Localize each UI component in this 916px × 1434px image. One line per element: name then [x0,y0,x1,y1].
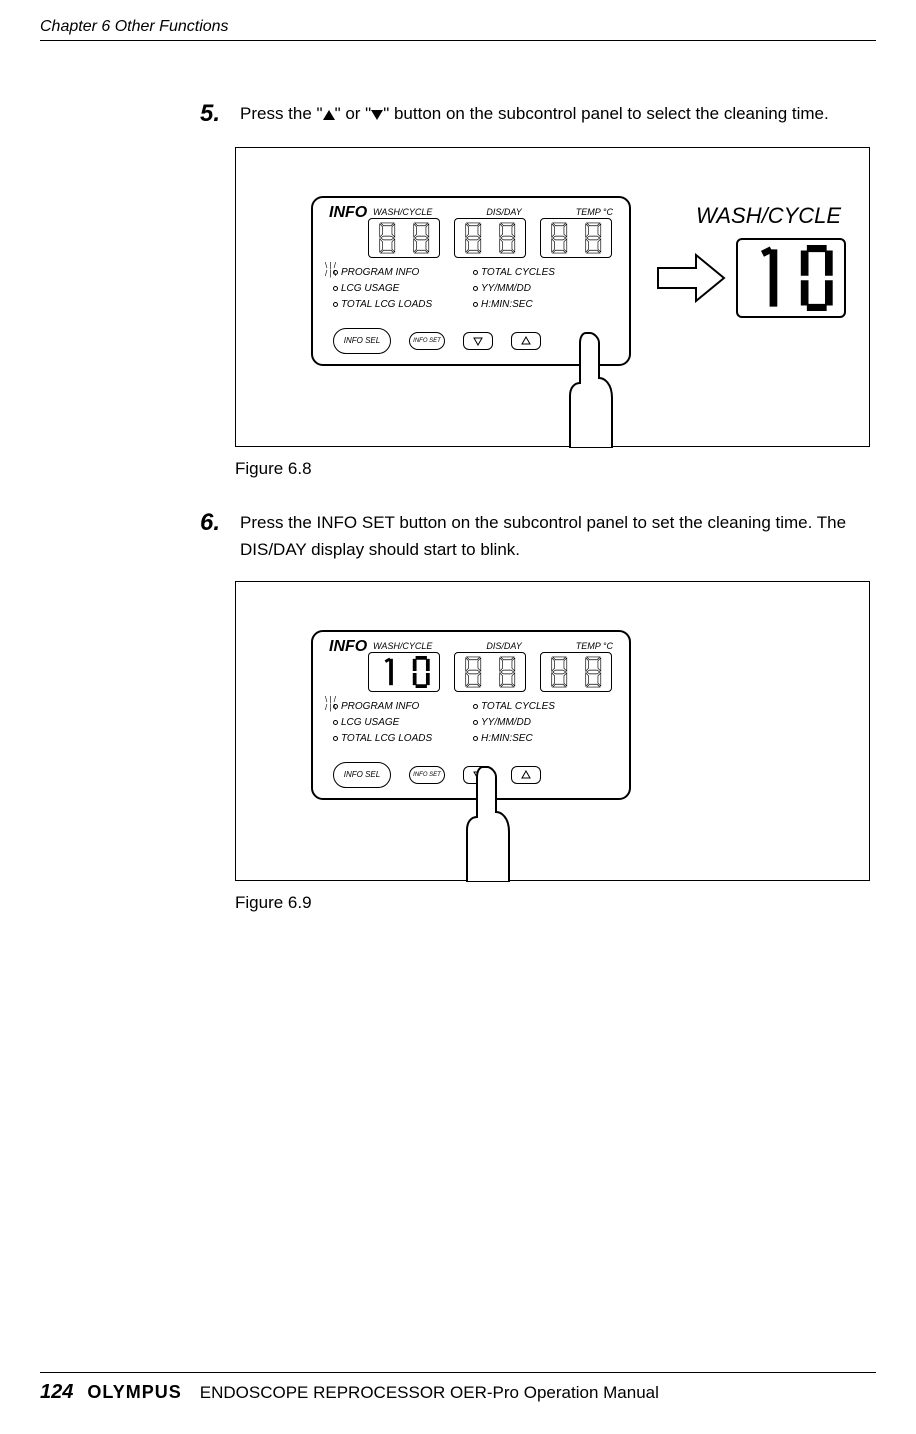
down-button[interactable] [463,332,493,350]
digit-0 [406,656,437,688]
digit-header-labels: WASH/CYCLE DIS/DAY TEMP °C [373,641,613,651]
finger-icon [564,328,619,448]
panel-title: INFO [329,204,367,222]
info-set-button[interactable]: INFO SET [409,332,445,350]
wash-cycle-display [368,218,440,258]
page-content: 5. Press the " " or " " button on the subc… [200,100,880,943]
digit [492,656,523,688]
led-icon [333,704,338,709]
dis-day-display [454,652,526,692]
lcg-usage-label: LCG USAGE [341,283,399,294]
digit-header-labels: WASH/CYCLE DIS/DAY TEMP °C [373,207,613,217]
dis-day-display [454,218,526,258]
yy-mm-dd-label: YY/MM/DD [481,283,531,294]
led-icon [333,302,338,307]
total-cycles-label: TOTAL CYCLES [481,701,555,712]
program-info-label: PROGRAM INFO [341,267,419,278]
digit [544,656,575,688]
digit [458,656,489,688]
led-icon [473,302,478,307]
digits-row [368,652,613,692]
text-part-1: Press the " [240,104,323,123]
up-button[interactable] [511,332,541,350]
figure-6-9-caption: Figure 6.9 [235,893,880,913]
temp-display [540,218,612,258]
page-header: Chapter 6 Other Functions [40,18,876,41]
digit-0 [794,245,840,311]
led-icon [473,270,478,275]
step-6: 6. Press the INFO SET button on the subc… [200,509,880,563]
step-number: 5. [200,100,230,129]
digit [372,222,403,254]
dis-day-label: DIS/DAY [486,641,521,651]
step-text: Press the INFO SET button on the subcont… [240,509,880,563]
info-set-label: INFO SET [413,338,441,344]
info-sel-button[interactable]: INFO SEL [333,762,391,788]
triangle-up-icon [323,110,335,120]
h-min-sec-label: H:MIN:SEC [481,299,533,310]
wash-cycle-value-display [736,238,846,318]
yy-mm-dd-label: YY/MM/DD [481,717,531,728]
info-set-button[interactable]: INFO SET [409,766,445,784]
led-icon [333,736,338,741]
total-cycles-label: TOTAL CYCLES [481,267,555,278]
digit [578,656,609,688]
panel-title: INFO [329,638,367,656]
step-5: 5. Press the " " or " " button on the subc… [200,100,880,129]
text-part-2: " or " [335,104,372,123]
finger-icon [461,762,516,882]
text-part-3: " button on the subcontrol panel to sele… [383,104,829,123]
led-icon [473,286,478,291]
led-icon [333,720,338,725]
step-number: 6. [200,509,230,563]
led-icon [473,704,478,709]
callout-title: WASH/CYCLE [696,203,841,229]
page-number: 124 [40,1381,73,1404]
program-info-label: PROGRAM INFO [341,701,419,712]
led-icon [473,736,478,741]
status-labels: PROGRAM INFO TOTAL CYCLES LCG USAGE YY/M… [333,699,613,747]
info-sel-button[interactable]: INFO SEL [333,328,391,354]
manual-title: ENDOSCOPE REPROCESSOR OER-Pro Operation … [200,1383,659,1403]
h-min-sec-label: H:MIN:SEC [481,733,533,744]
page-footer: 124 OLYMPUS ENDOSCOPE REPROCESSOR OER-Pr… [40,1372,876,1404]
arrow-icon [656,253,726,303]
info-sel-label: INFO SEL [344,771,380,779]
digit [492,222,523,254]
digits-row [368,218,613,258]
wash-cycle-label: WASH/CYCLE [373,207,432,217]
status-labels: PROGRAM INFO TOTAL CYCLES LCG USAGE YY/M… [333,265,613,313]
led-icon [473,720,478,725]
brand-logo: OLYMPUS [87,1382,181,1403]
led-icon [333,270,338,275]
digit-1 [372,656,403,688]
figure-6-8: INFO WASH/CYCLE DIS/DAY TEMP °C [235,147,870,447]
wash-cycle-label: WASH/CYCLE [373,641,432,651]
temp-label: TEMP °C [576,641,613,651]
digit [458,222,489,254]
info-sel-label: INFO SEL [344,337,380,345]
digit [578,222,609,254]
step-text: Press the " " or " " button on the subcont… [240,100,829,129]
wash-cycle-display [368,652,440,692]
digit-1 [743,245,789,311]
led-icon [333,286,338,291]
triangle-down-icon [371,110,383,120]
digit [406,222,437,254]
digit [544,222,575,254]
figure-6-9: INFO WASH/CYCLE DIS/DAY TEMP °C [235,581,870,881]
info-set-label: INFO SET [413,772,441,778]
dis-day-label: DIS/DAY [486,207,521,217]
temp-label: TEMP °C [576,207,613,217]
lcg-usage-label: LCG USAGE [341,717,399,728]
total-lcg-loads-label: TOTAL LCG LOADS [341,299,432,310]
figure-6-8-caption: Figure 6.8 [235,459,880,479]
temp-display [540,652,612,692]
total-lcg-loads-label: TOTAL LCG LOADS [341,733,432,744]
